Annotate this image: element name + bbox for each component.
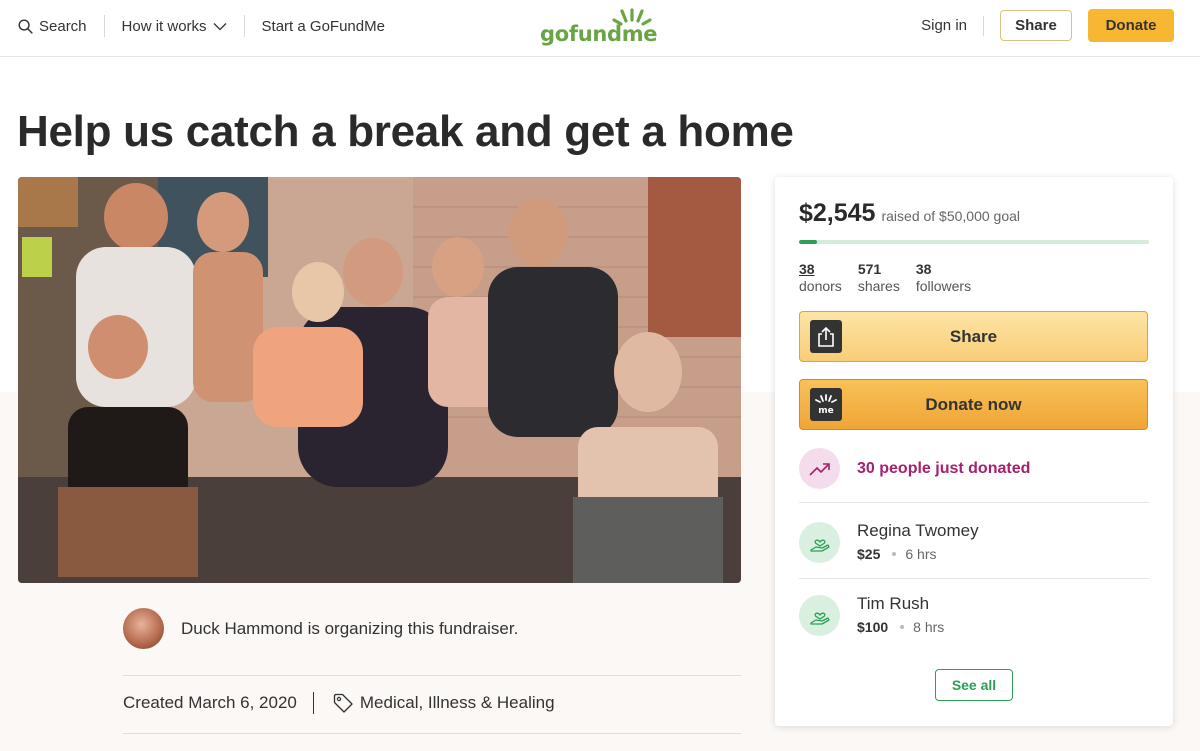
how-it-works-label: How it works xyxy=(121,17,207,35)
nav-divider xyxy=(983,15,984,36)
chevron-down-icon xyxy=(213,22,227,30)
nav-left: Search How it works Start a GoFundMe xyxy=(18,0,385,52)
recent-donations-trend: 30 people just donated xyxy=(799,448,1030,489)
campaign-photo[interactable] xyxy=(18,177,741,583)
share-icon xyxy=(810,320,842,353)
family-photo-illustration xyxy=(18,177,741,583)
tag-icon xyxy=(333,693,353,713)
gofundme-me-icon: me xyxy=(810,388,842,421)
donation-time: 8 hrs xyxy=(913,619,945,635)
search-link[interactable]: Search xyxy=(18,18,87,35)
donor-heart-hand-icon xyxy=(799,595,840,636)
gofundme-logo[interactable]: gofundme xyxy=(540,8,658,46)
organizer-avatar xyxy=(123,608,164,649)
nav-divider xyxy=(243,15,245,37)
svg-text:me: me xyxy=(818,406,833,416)
organizer-text: Duck Hammond is organizing this fundrais… xyxy=(181,618,519,638)
card-divider xyxy=(799,502,1149,503)
search-icon xyxy=(18,19,33,34)
donor-name: Tim Rush xyxy=(857,594,930,613)
search-label: Search xyxy=(39,17,87,35)
donation-item: Tim Rush $100 8 hrs xyxy=(799,593,944,636)
donation-meta: $25 6 hrs xyxy=(857,546,979,562)
stat-label: followers xyxy=(915,278,972,294)
dot-separator xyxy=(892,552,897,556)
stat-followers: 38 followers xyxy=(916,261,971,295)
see-all-button[interactable]: See all xyxy=(935,669,1013,701)
header-donate-button[interactable]: Donate xyxy=(1088,9,1174,42)
sign-in-link[interactable]: Sign in xyxy=(921,17,967,34)
stats-row: 38 donors 571 shares 38 followers xyxy=(799,261,971,295)
goal-text: raised of $50,000 goal xyxy=(881,208,1021,224)
donation-meta: $100 8 hrs xyxy=(857,619,944,635)
start-gofundme-label: Start a GoFundMe xyxy=(261,17,385,35)
nav-divider xyxy=(103,15,105,37)
donation-sidebar: $2,545 raised of $50,000 goal 38 donors … xyxy=(775,177,1173,726)
donation-details: Regina Twomey $25 6 hrs xyxy=(857,520,979,562)
dot-separator xyxy=(900,625,905,629)
campaign-meta: Created March 6, 2020 Medical, Illness &… xyxy=(123,692,555,714)
progress-fill xyxy=(799,240,817,244)
category-link[interactable]: Medical, Illness & Healing xyxy=(332,692,555,714)
donor-name: Regina Twomey xyxy=(857,521,979,540)
raised-amount: $2,545 xyxy=(799,199,876,227)
donation-details: Tim Rush $100 8 hrs xyxy=(857,593,944,635)
donate-now-label: Donate now xyxy=(925,394,1022,414)
section-divider xyxy=(123,733,741,734)
top-nav: Search How it works Start a GoFundMe gof… xyxy=(0,0,1200,57)
start-gofundme-link[interactable]: Start a GoFundMe xyxy=(262,18,385,35)
stat-shares: 571 shares xyxy=(858,261,900,295)
raised-summary: $2,545 raised of $50,000 goal xyxy=(799,199,1020,228)
share-button-label: Share xyxy=(949,326,998,346)
stat-value: 571 xyxy=(857,261,882,277)
created-date: Created March 6, 2020 xyxy=(123,693,297,712)
donation-item: Regina Twomey $25 6 hrs xyxy=(799,520,979,563)
section-divider xyxy=(123,675,741,676)
category-label: Medical, Illness & Healing xyxy=(359,693,555,712)
trend-text: 30 people just donated xyxy=(857,459,1031,477)
stat-label: shares xyxy=(857,278,900,294)
meta-divider xyxy=(312,692,314,714)
stat-value: 38 xyxy=(799,261,815,277)
donation-amount: $25 xyxy=(857,546,881,562)
stat-value: 38 xyxy=(915,261,932,277)
progress-bar xyxy=(799,240,1149,244)
donor-heart-hand-icon xyxy=(799,522,840,563)
stat-label: donors xyxy=(799,278,842,294)
donation-amount: $100 xyxy=(857,619,889,635)
stat-donors[interactable]: 38 donors xyxy=(799,261,842,295)
logo-sprout-icon xyxy=(612,8,652,26)
how-it-works-menu[interactable]: How it works xyxy=(122,18,227,35)
nav-right: Sign in Share Donate xyxy=(921,9,1174,42)
donate-now-button[interactable]: me Donate now xyxy=(799,379,1148,430)
campaign-title: Help us catch a break and get a home xyxy=(17,107,794,156)
share-button[interactable]: Share xyxy=(799,311,1148,362)
donation-time: 6 hrs xyxy=(905,546,937,562)
card-divider xyxy=(799,578,1149,579)
header-share-button[interactable]: Share xyxy=(1000,10,1072,41)
organizer-row: Duck Hammond is organizing this fundrais… xyxy=(123,608,518,649)
trending-up-icon xyxy=(799,448,840,489)
